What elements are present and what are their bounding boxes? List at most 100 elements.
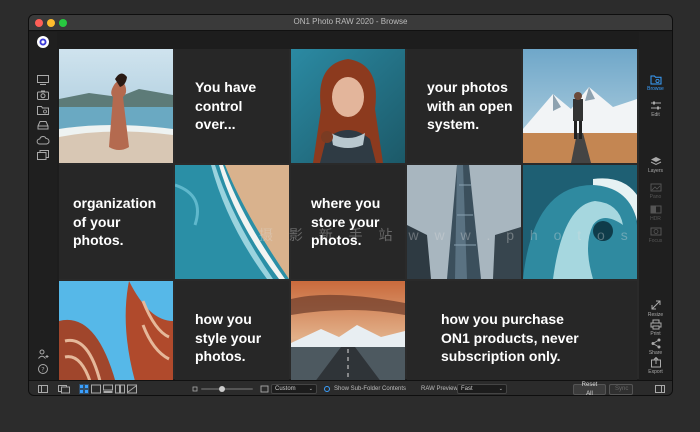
- sliders-icon: [650, 101, 661, 110]
- browse-icon: [650, 75, 661, 85]
- text-tile-control: You have control over...: [175, 49, 289, 163]
- resize-icon: [651, 300, 660, 310]
- module-label: Browse: [647, 86, 664, 92]
- module-browse[interactable]: Browse: [639, 74, 672, 92]
- module-label: Layers: [647, 168, 663, 174]
- on1-logo-icon[interactable]: [36, 35, 50, 49]
- photo-tile-curved-building[interactable]: [59, 281, 173, 395]
- folder-search-icon[interactable]: [36, 104, 50, 116]
- chevron-down-icon: ⌄: [308, 386, 313, 392]
- slider-thumb[interactable]: [219, 386, 225, 392]
- albums-icon[interactable]: [36, 149, 50, 161]
- right-module-panel: Browse Edit Layers Pano HDR Focus Resize…: [639, 32, 672, 380]
- text-tile-style: how you style your photos.: [175, 281, 289, 395]
- compare-view-icon[interactable]: [115, 384, 125, 394]
- text-tile-purchase: how you purchase ON1 products, never sub…: [407, 281, 637, 395]
- tile-text: your photos with an open system.: [427, 79, 513, 133]
- wave-photo: [523, 165, 637, 279]
- thumbnail-size-slider[interactable]: [201, 384, 253, 394]
- thumbnail-size-select[interactable]: Custom ⌄: [271, 384, 317, 394]
- select-value: Fast: [461, 386, 473, 392]
- toggle-left-panel-icon[interactable]: [38, 384, 48, 394]
- left-sidebar: ?: [29, 32, 57, 380]
- small-thumbnail-icon: [192, 386, 198, 392]
- portrait-photo: [291, 49, 405, 163]
- large-thumbnail-icon: [260, 385, 269, 393]
- drive-icon[interactable]: [36, 119, 50, 131]
- photo-tile-aerial-beach[interactable]: [175, 165, 289, 279]
- subfolder-label: Show Sub-Folder Contents: [334, 386, 407, 392]
- filmstrip-toggle-icon[interactable]: [58, 384, 70, 394]
- grid-view-icon[interactable]: [79, 384, 89, 394]
- module-label: Focus: [648, 238, 663, 244]
- chevron-down-icon: ⌄: [498, 386, 503, 392]
- photo-tile-wave[interactable]: [523, 165, 637, 279]
- photo-grid: You have control over... your photos wit…: [59, 49, 639, 395]
- bottom-toolbar: Custom ⌄ Show Sub-Folder Contents RAW Pr…: [29, 380, 672, 395]
- raw-previews-select[interactable]: Fast ⌄: [457, 384, 507, 394]
- module-resize[interactable]: Resize: [639, 300, 672, 318]
- camera-icon[interactable]: [36, 89, 50, 101]
- module-label: Share: [648, 350, 663, 356]
- radio-icon[interactable]: [324, 386, 330, 392]
- module-label: Print: [650, 331, 661, 337]
- module-pano[interactable]: Pano: [639, 182, 672, 200]
- module-layers[interactable]: Layers: [639, 156, 672, 174]
- module-print[interactable]: Print: [639, 319, 672, 337]
- module-label: HDR: [650, 216, 661, 222]
- tile-text: how you purchase ON1 products, never sub…: [441, 311, 579, 365]
- tile-text: how you style your photos.: [195, 311, 262, 365]
- module-focus[interactable]: Focus: [639, 226, 672, 244]
- module-label: Edit: [651, 112, 660, 118]
- module-label: Pano: [649, 194, 662, 200]
- help-icon[interactable]: ?: [36, 363, 50, 375]
- print-icon: [650, 319, 661, 330]
- module-label: Export: [648, 369, 663, 375]
- module-label: Resize: [647, 312, 664, 318]
- photo-tile-desert-road[interactable]: [291, 281, 405, 395]
- panorama-icon: [650, 183, 661, 192]
- hdr-icon: [650, 205, 661, 214]
- photo-tile-redhead-portrait[interactable]: [291, 49, 405, 163]
- tile-text: organization of your photos.: [73, 195, 157, 249]
- slider-track: [201, 388, 253, 390]
- window-title: ON1 Photo RAW 2020 - Browse: [293, 17, 408, 26]
- photo-tile-beach-woman[interactable]: [59, 49, 173, 163]
- building-photo: [59, 281, 173, 395]
- beach-woman-photo: [59, 49, 173, 163]
- tile-text: where you store your photos.: [311, 195, 381, 249]
- raw-previews-label: RAW Previews: [421, 386, 461, 392]
- title-bar: ON1 Photo RAW 2020 - Browse: [29, 15, 672, 31]
- text-tile-organization: organization of your photos.: [59, 165, 173, 279]
- detail-view-icon[interactable]: [91, 384, 101, 394]
- skyscraper-photo: [407, 165, 521, 279]
- photo-tile-mountain-man[interactable]: [523, 49, 637, 163]
- text-tile-open-system: your photos with an open system.: [407, 49, 521, 163]
- monitor-icon[interactable]: [36, 74, 50, 86]
- tile-text: You have control over...: [195, 79, 257, 133]
- share-icon: [651, 338, 660, 349]
- export-icon: [650, 357, 661, 368]
- road-photo: [291, 281, 405, 395]
- app-window: ON1 Photo RAW 2020 - Browse ? You have c…: [28, 14, 673, 396]
- filmstrip-view-icon[interactable]: [103, 384, 113, 394]
- module-export[interactable]: Export: [639, 357, 672, 375]
- cloud-icon[interactable]: [36, 134, 50, 146]
- mountain-photo: [523, 49, 637, 163]
- map-view-icon[interactable]: [127, 384, 137, 394]
- aerial-beach-photo: [175, 165, 289, 279]
- sync-button[interactable]: Sync: [609, 384, 633, 395]
- module-share[interactable]: Share: [639, 338, 672, 356]
- photo-tile-skyscraper[interactable]: [407, 165, 521, 279]
- people-icon[interactable]: [36, 348, 50, 360]
- reset-all-button[interactable]: Reset All: [573, 382, 606, 395]
- toggle-right-panel-icon[interactable]: [655, 384, 665, 394]
- module-hdr[interactable]: HDR: [639, 204, 672, 222]
- subfolder-toggle[interactable]: Show Sub-Folder Contents: [324, 384, 406, 394]
- svg-text:?: ?: [41, 366, 44, 374]
- focus-icon: [650, 227, 661, 236]
- module-edit[interactable]: Edit: [639, 100, 672, 118]
- layers-icon: [650, 157, 661, 166]
- select-value: Custom: [275, 386, 296, 392]
- text-tile-storage: where you store your photos.: [291, 165, 405, 279]
